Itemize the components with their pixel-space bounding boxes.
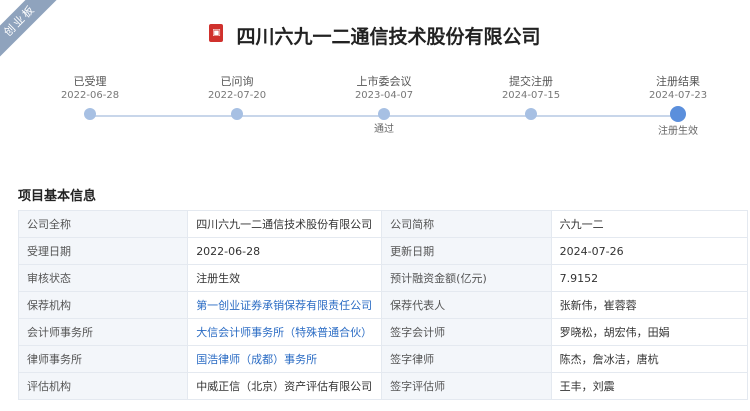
field-label: 公司简称 bbox=[381, 210, 552, 238]
step-dot-icon bbox=[231, 108, 243, 120]
field-value: 王丰，刘震 bbox=[550, 372, 749, 400]
project-info-table: 公司全称 四川六九一二通信技术股份有限公司 公司简称 六九一二 受理日期 202… bbox=[17, 210, 749, 400]
field-value: 2024-07-26 bbox=[550, 237, 749, 265]
step-date: 2022-06-28 bbox=[60, 90, 120, 101]
step-date: 2022-07-20 bbox=[207, 90, 267, 101]
field-value: 大信会计师事务所（特殊普通合伙） bbox=[187, 318, 383, 346]
sponsor-link[interactable]: 第一创业证券承销保荐有限责任公司 bbox=[196, 299, 372, 312]
field-value: 第一创业证券承销保荐有限责任公司 bbox=[187, 291, 383, 319]
step-dot-icon bbox=[84, 108, 96, 120]
field-label: 受理日期 bbox=[17, 237, 189, 265]
step-date: 2024-07-23 bbox=[648, 90, 708, 101]
field-value: 7.9152 bbox=[550, 264, 749, 292]
step-sub: 注册生效 bbox=[658, 126, 698, 137]
step-label: 注册结果 bbox=[656, 75, 700, 88]
step-label: 已问询 bbox=[220, 75, 254, 88]
table-row: 会计师事务所 大信会计师事务所（特殊普通合伙） 签字会计师 罗晓松，胡宏伟，田娟 bbox=[17, 318, 749, 346]
field-label: 签字律师 bbox=[381, 345, 552, 373]
step-dot-active-icon bbox=[670, 106, 686, 122]
field-value: 2022-06-28 bbox=[187, 237, 383, 265]
field-value: 六九一二 bbox=[550, 210, 749, 238]
field-value: 注册生效 bbox=[187, 264, 383, 292]
table-row: 律师事务所 国浩律师（成都）事务所 签字律师 陈杰，詹冰洁，唐杭 bbox=[17, 345, 749, 373]
table-row: 保荐机构 第一创业证券承销保荐有限责任公司 保荐代表人 张新伟，崔蓉蓉 bbox=[17, 291, 749, 319]
table-row: 审核状态 注册生效 预计融资金额(亿元) 7.9152 bbox=[17, 264, 749, 292]
section-title: 项目基本信息 bbox=[18, 189, 97, 204]
step-sub bbox=[30, 124, 150, 136]
table-row: 受理日期 2022-06-28 更新日期 2024-07-26 bbox=[17, 237, 749, 265]
field-label: 审核状态 bbox=[17, 264, 189, 292]
table-row: 公司全称 四川六九一二通信技术股份有限公司 公司简称 六九一二 bbox=[17, 210, 749, 238]
field-value: 罗晓松，胡宏伟，田娟 bbox=[550, 318, 749, 346]
page-title: 四川六九一二通信技术股份有限公司 bbox=[236, 26, 541, 48]
field-label: 评估机构 bbox=[17, 372, 189, 400]
timeline-step-result: 注册结果 2024-07-23 注册生效 bbox=[618, 75, 738, 138]
timeline-step-submitted: 提交注册 2024-07-15 bbox=[471, 75, 591, 136]
field-label: 保荐代表人 bbox=[381, 291, 552, 319]
step-label: 上市委会议 bbox=[356, 75, 412, 88]
field-label: 签字会计师 bbox=[381, 318, 552, 346]
step-sub bbox=[177, 124, 297, 136]
field-label: 更新日期 bbox=[381, 237, 552, 265]
review-timeline: 已受理 2022-06-28 已问询 2022-07-20 上市委会议 2023… bbox=[0, 75, 750, 145]
field-label: 会计师事务所 bbox=[17, 318, 189, 346]
exchange-logo-icon: ▣ bbox=[209, 23, 224, 42]
field-label: 签字评估师 bbox=[381, 372, 552, 400]
field-value: 中威正信（北京）资产评估有限公司 bbox=[187, 372, 383, 400]
accounting-firm-link[interactable]: 大信会计师事务所（特殊普通合伙） bbox=[196, 326, 372, 339]
field-value: 四川六九一二通信技术股份有限公司 bbox=[187, 210, 383, 238]
step-sub: 通过 bbox=[374, 124, 394, 135]
step-dot-icon bbox=[378, 108, 390, 120]
timeline-step-accepted: 已受理 2022-06-28 bbox=[30, 75, 150, 136]
law-firm-link[interactable]: 国浩律师（成都）事务所 bbox=[196, 353, 317, 366]
step-dot-icon bbox=[525, 108, 537, 120]
step-date: 2024-07-15 bbox=[501, 90, 561, 101]
field-label: 律师事务所 bbox=[17, 345, 189, 373]
field-value: 陈杰，詹冰洁，唐杭 bbox=[550, 345, 749, 373]
page-header: ▣ 四川六九一二通信技术股份有限公司 bbox=[0, 22, 750, 49]
field-value: 张新伟，崔蓉蓉 bbox=[550, 291, 749, 319]
field-label: 公司全称 bbox=[17, 210, 189, 238]
field-label: 预计融资金额(亿元) bbox=[381, 264, 552, 292]
step-date: 2023-04-07 bbox=[354, 90, 414, 101]
step-label: 已受理 bbox=[73, 75, 107, 88]
field-value: 国浩律师（成都）事务所 bbox=[187, 345, 383, 373]
field-label: 保荐机构 bbox=[17, 291, 189, 319]
timeline-step-committee: 上市委会议 2023-04-07 通过 bbox=[324, 75, 444, 136]
table-row: 评估机构 中威正信（北京）资产评估有限公司 签字评估师 王丰，刘震 bbox=[17, 372, 749, 400]
step-label: 提交注册 bbox=[509, 75, 553, 88]
step-sub bbox=[471, 124, 591, 136]
timeline-step-inquired: 已问询 2022-07-20 bbox=[177, 75, 297, 136]
